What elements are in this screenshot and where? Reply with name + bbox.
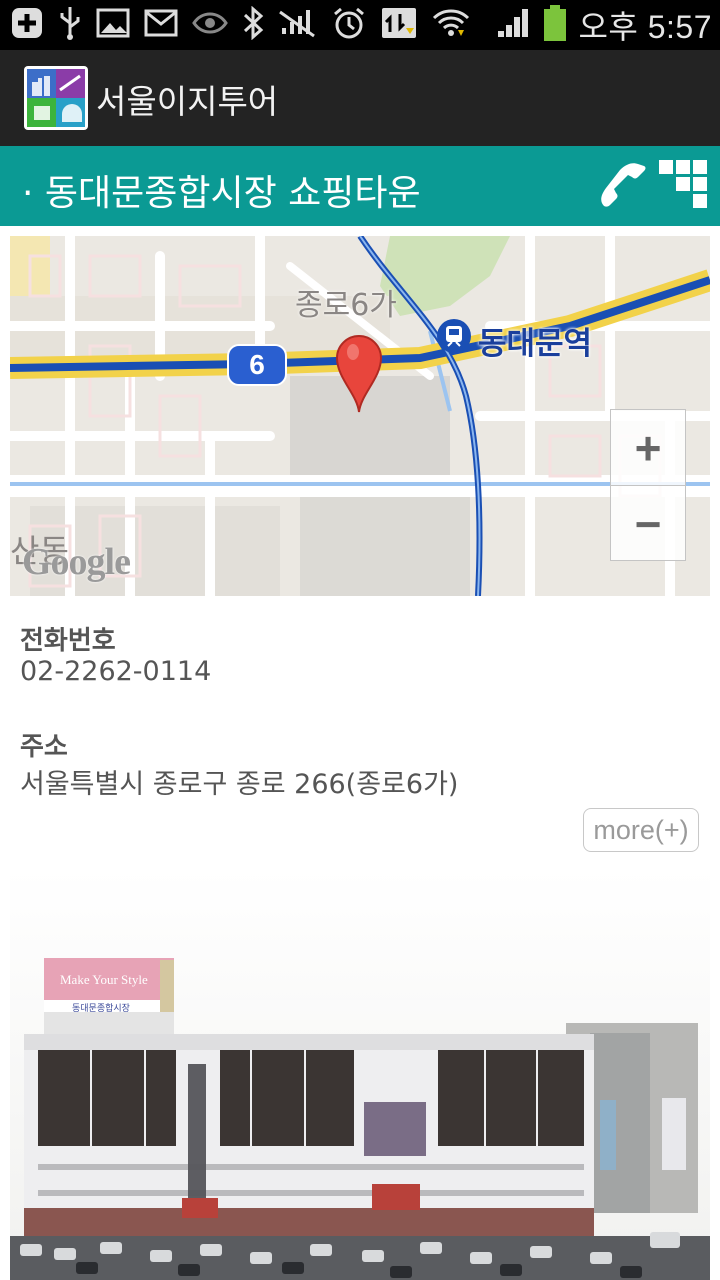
zoom-out-button[interactable]: − — [611, 486, 685, 561]
more-button[interactable]: more(+) — [583, 808, 699, 852]
mail-icon — [144, 9, 178, 41]
status-right: 오후 5:57 — [496, 4, 712, 46]
place-title: · 동대문종합시장 쇼핑타운 — [22, 173, 421, 214]
phone-label: 전화번호 — [20, 626, 116, 656]
app-bar: 서울이지투어 — [0, 50, 720, 146]
no-signal-icon — [278, 8, 318, 42]
building-photo: Make Your Style 동대문종합시장 — [10, 868, 710, 1280]
address-value: 서울특별시 종로구 종로 266(종로6가) — [20, 769, 459, 800]
wifi-icon — [432, 6, 470, 44]
route-shield: 6 — [227, 344, 287, 386]
notification-icons — [10, 5, 470, 45]
app-logo-icon[interactable] — [24, 66, 88, 130]
eye-icon — [192, 10, 228, 40]
address-label: 주소 — [20, 732, 68, 762]
phone-call-button[interactable] — [594, 156, 650, 212]
subway-station-icon — [436, 318, 472, 358]
grid-menu-icon[interactable] — [657, 158, 709, 208]
location-pin-icon[interactable] — [335, 334, 383, 418]
status-bar: 오후 5:57 — [0, 0, 720, 50]
image-icon — [96, 8, 130, 42]
alarm-icon — [332, 6, 366, 44]
battery-icon — [542, 4, 568, 46]
photo-canvas — [10, 868, 710, 1280]
route-number: 6 — [249, 349, 265, 380]
map-zoom-control: + − — [610, 409, 686, 561]
bluetooth-icon — [242, 5, 264, 44]
app-title: 서울이지투어 — [96, 82, 279, 121]
google-attribution: Google — [22, 541, 131, 583]
clock: 오후 5:57 — [578, 9, 712, 45]
building-sign-small: 동대문종합시장 — [72, 1004, 130, 1014]
billboard-text: Make Your Style — [60, 972, 148, 987]
data-sync-icon — [380, 6, 418, 44]
signal-icon — [496, 7, 532, 43]
zoom-in-button[interactable]: + — [611, 410, 685, 486]
district-label: 종로6가 — [295, 288, 397, 323]
station-label: 동대문역 — [478, 326, 593, 362]
phone-number[interactable]: 02-2262-0114 — [20, 656, 211, 687]
add-icon — [10, 6, 44, 44]
usb-icon — [58, 5, 82, 45]
